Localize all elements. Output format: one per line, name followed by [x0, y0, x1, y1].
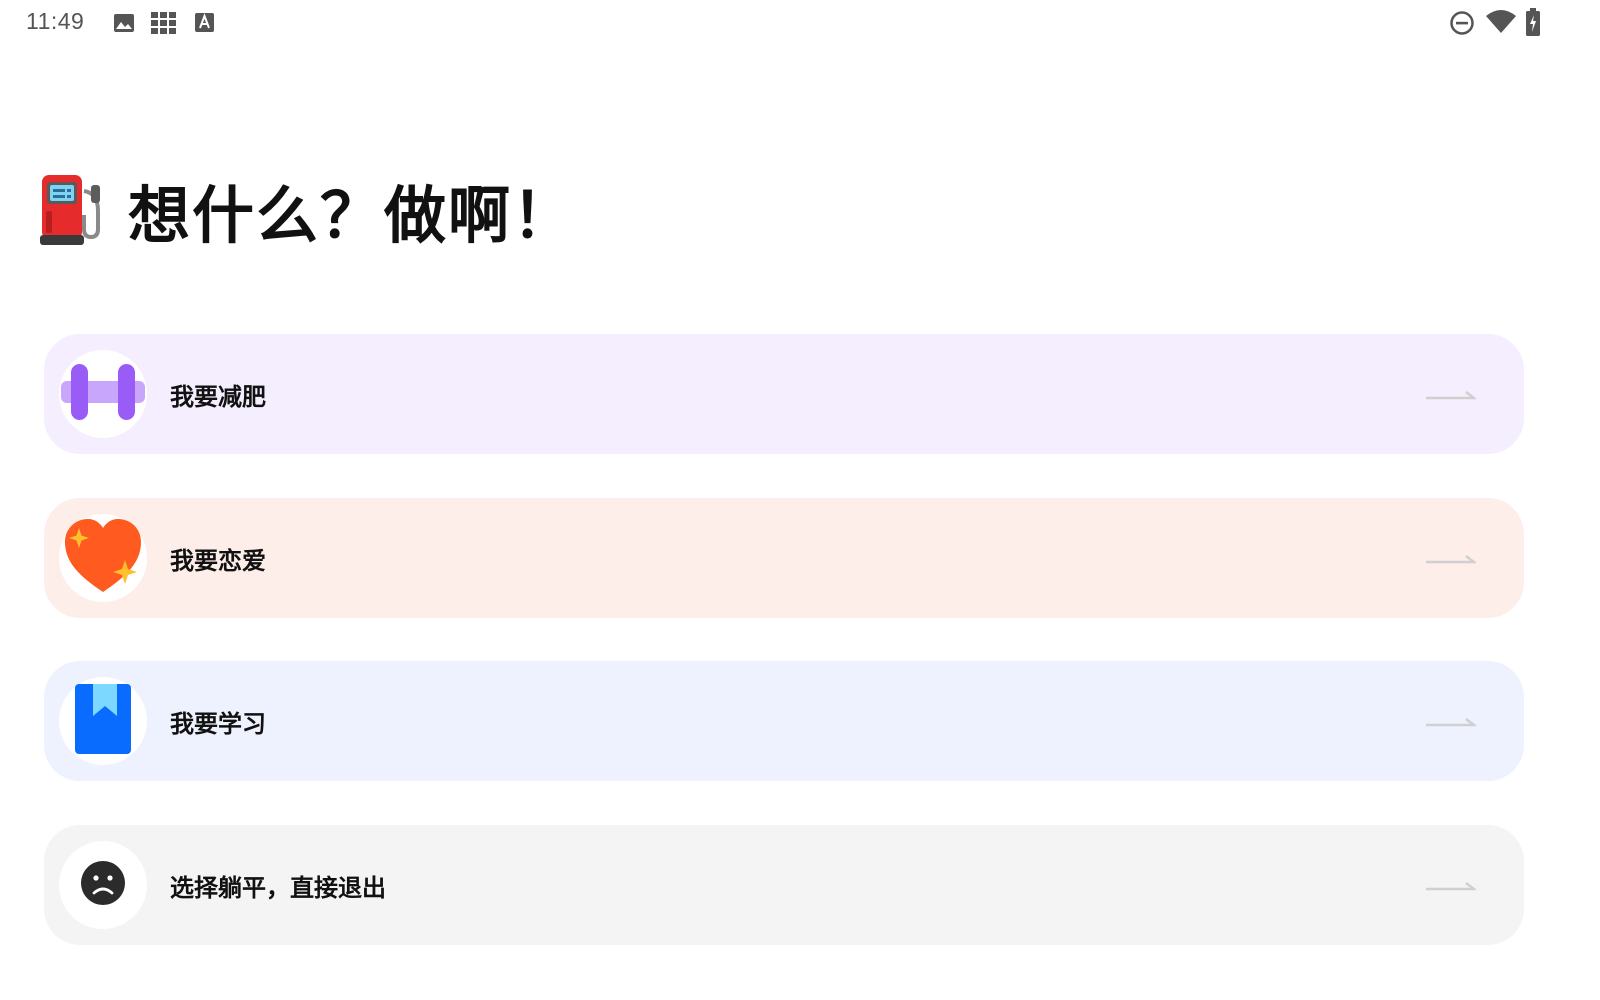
status-time: 11:49: [26, 8, 85, 34]
sad-face-icon: [80, 860, 126, 910]
option-icon-container: [59, 841, 147, 929]
header: 想什么？做啊！: [36, 170, 576, 252]
bookmark-book-icon: [73, 682, 133, 760]
option-exit[interactable]: 选择躺平，直接退出: [44, 825, 1524, 945]
status-bar: 11:49: [0, 0, 1600, 46]
page-title: 想什么？做啊！: [128, 179, 577, 252]
keyboard-a-icon: [195, 12, 215, 38]
fuel-pump-icon: [36, 171, 106, 249]
option-icon-container: [59, 514, 147, 602]
do-not-disturb-icon: [1449, 10, 1475, 40]
option-label: 我要减肥: [170, 382, 266, 411]
option-icon-container: [59, 677, 147, 765]
arrow-right-icon: [1426, 550, 1478, 564]
option-lose-weight[interactable]: 我要减肥: [44, 334, 1524, 454]
arrow-right-icon: [1426, 386, 1478, 400]
option-romance[interactable]: 我要恋爱: [44, 498, 1524, 618]
dumbbell-icon: [61, 362, 145, 426]
battery-charging-icon: [1526, 8, 1540, 40]
option-study[interactable]: 我要学习: [44, 661, 1524, 781]
option-icon-container: [59, 350, 147, 438]
sparkling-heart-icon: [61, 516, 145, 600]
arrow-right-icon: [1426, 713, 1478, 727]
wifi-icon: [1486, 10, 1516, 38]
arrow-right-icon: [1426, 877, 1478, 891]
image-icon: [113, 12, 135, 38]
apps-grid-icon: [151, 12, 177, 40]
option-label: 我要学习: [170, 709, 266, 738]
option-label: 选择躺平，直接退出: [170, 873, 386, 902]
option-label: 我要恋爱: [170, 546, 266, 575]
